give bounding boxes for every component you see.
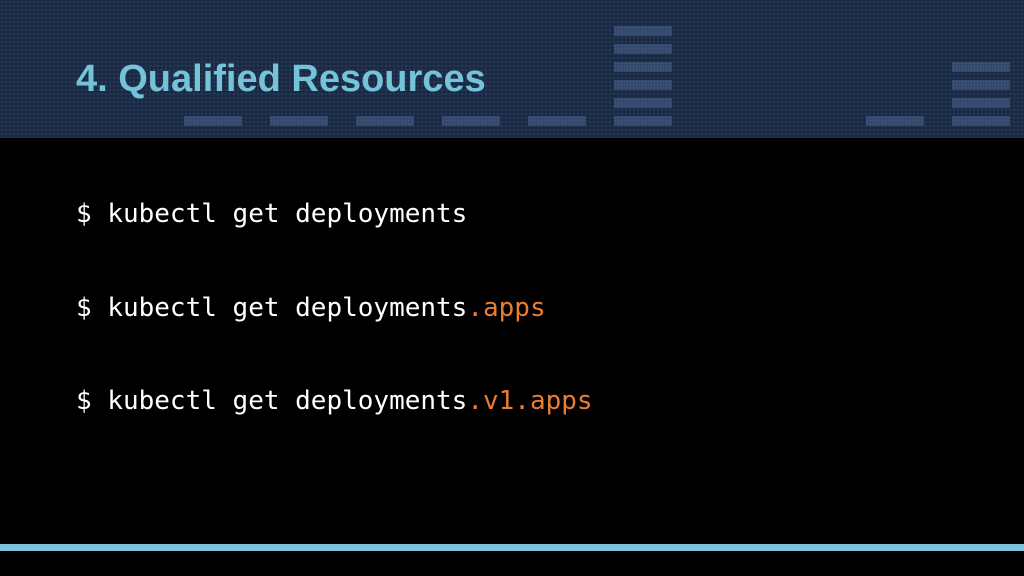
header-deco-bar	[442, 116, 500, 126]
header-deco-bar	[184, 116, 242, 126]
header-deco-bar	[614, 98, 672, 108]
header-deco-bar	[866, 116, 924, 126]
header-deco-bar	[952, 116, 1010, 126]
header-deco-bar	[614, 62, 672, 72]
shell-prompt: $	[76, 293, 92, 323]
command-line-2: $ kubectl get deployments.apps	[76, 292, 546, 324]
bottom-accent-rule	[0, 544, 1024, 551]
slide-header: 4. Qualified Resources	[0, 0, 1024, 138]
header-deco-bar	[614, 44, 672, 54]
shell-prompt: $	[76, 199, 92, 229]
command-text: kubectl get deployments	[107, 386, 468, 416]
header-deco-bar	[356, 116, 414, 126]
command-text: kubectl get deployments	[107, 293, 468, 323]
command-suffix: .apps	[467, 293, 546, 323]
command-line-3: $ kubectl get deployments.v1.apps	[76, 385, 593, 417]
slide-title: 4. Qualified Resources	[76, 58, 486, 100]
header-deco-bar	[614, 80, 672, 90]
header-deco-bar	[614, 116, 672, 126]
header-deco-bar	[952, 62, 1010, 72]
slide: 4. Qualified Resources $ kubectl get dep…	[0, 0, 1024, 576]
header-deco-bar	[952, 98, 1010, 108]
header-deco-bar	[614, 26, 672, 36]
shell-prompt: $	[76, 386, 92, 416]
header-deco-bar	[952, 80, 1010, 90]
command-text: kubectl get deployments	[107, 199, 468, 229]
command-line-1: $ kubectl get deployments	[76, 198, 467, 230]
command-suffix: .v1.apps	[467, 386, 593, 416]
header-deco-bar	[528, 116, 586, 126]
header-deco-bar	[270, 116, 328, 126]
